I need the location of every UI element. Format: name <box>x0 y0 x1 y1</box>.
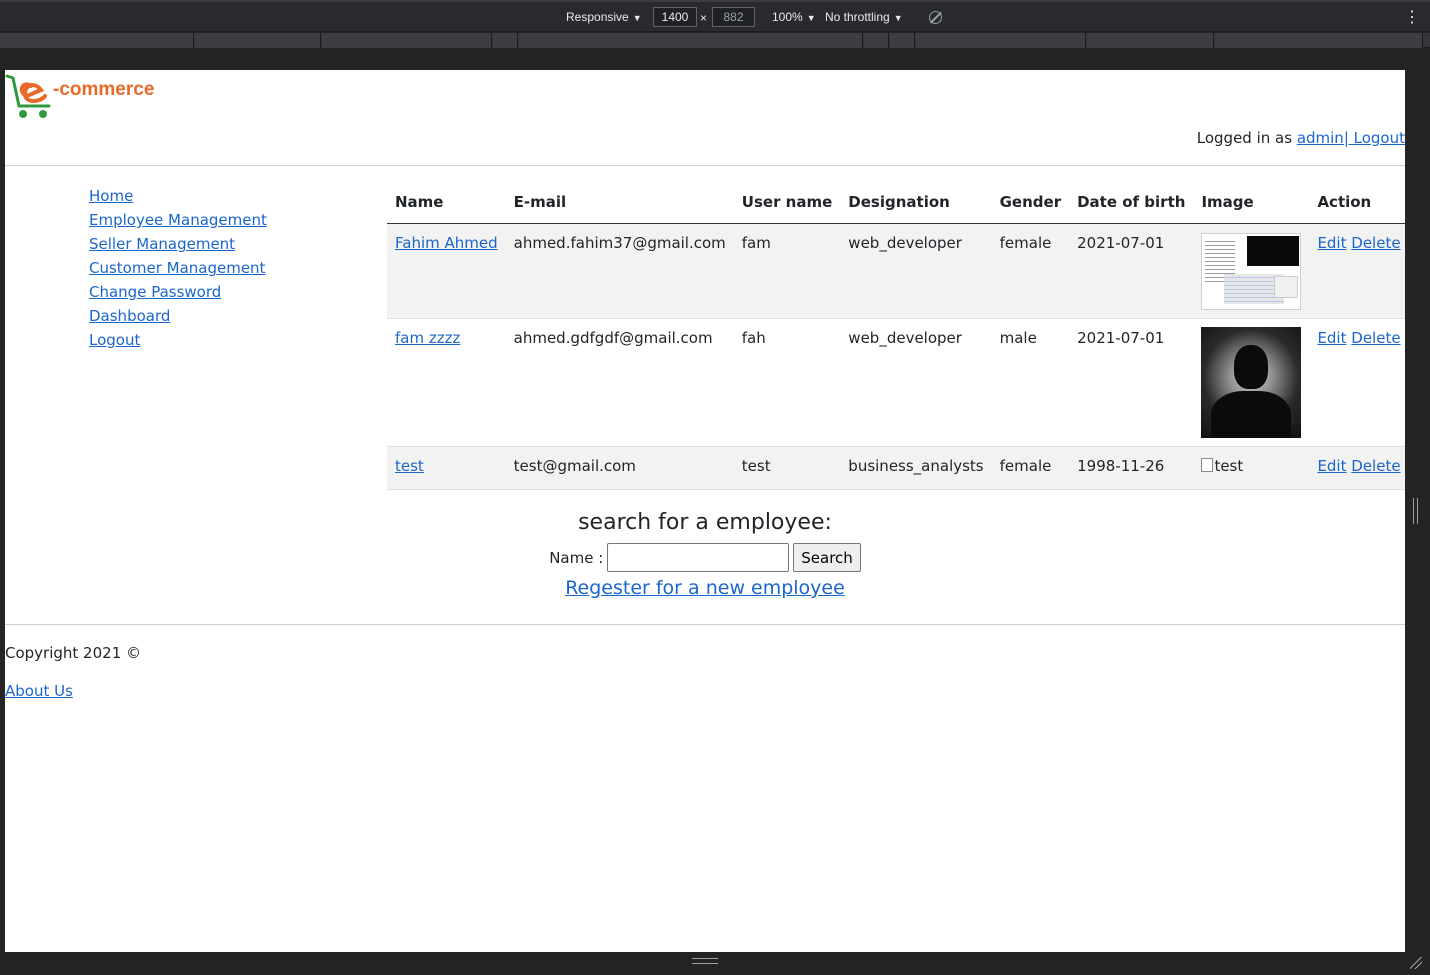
table-row: fam zzzz ahmed.gdfgdf@gmail.com fah web_… <box>387 318 1405 446</box>
employee-table-container: Name E-mail User name Designation Gender… <box>387 185 1405 490</box>
employee-table: Name E-mail User name Designation Gender… <box>387 185 1405 490</box>
zoom-select[interactable]: 100% ▼ <box>772 10 816 24</box>
employee-name-link[interactable]: Fahim Ahmed <box>395 234 498 252</box>
search-button[interactable]: Search <box>793 543 861 572</box>
device-toolbar: Responsive ▼ 1400 × 882 100% ▼ No throttli… <box>0 0 1430 32</box>
broken-image: test <box>1201 457 1243 475</box>
sidebar-nav: Home Employee Management Seller Manageme… <box>89 184 267 352</box>
column-header-gender: Gender <box>991 185 1070 224</box>
delete-link[interactable]: Delete <box>1351 234 1400 252</box>
media-query-bar <box>0 33 1430 48</box>
viewport-width-input[interactable]: 1400 <box>653 7 697 27</box>
employee-dob: 1998-11-26 <box>1069 446 1194 489</box>
search-label: Name : <box>549 548 604 567</box>
edit-link[interactable]: Edit <box>1317 234 1346 252</box>
zoom-label: 100% <box>772 10 803 24</box>
corner-resize-grip-icon[interactable] <box>1410 957 1422 969</box>
site-header: -commerce Logged in as admin| Logout <box>5 70 1405 166</box>
employee-gender: male <box>999 328 1037 347</box>
column-header-username: User name <box>733 185 841 224</box>
about-us-link[interactable]: About Us <box>5 682 1405 700</box>
times-icon: × <box>700 11 708 25</box>
delete-link[interactable]: Delete <box>1351 457 1400 475</box>
employee-username: fah <box>741 328 766 347</box>
chevron-down-icon: ▼ <box>806 13 816 23</box>
chevron-down-icon: ▼ <box>632 13 642 23</box>
device-select[interactable]: Responsive ▼ <box>566 10 642 24</box>
register-employee-link[interactable]: Regester for a new employee <box>565 577 845 599</box>
sidebar-item-home[interactable]: Home <box>89 184 267 208</box>
employee-designation: business_analysts <box>840 446 992 489</box>
more-options-icon[interactable]: ⋮ <box>1404 8 1420 28</box>
logged-in-label: Logged in as <box>1196 129 1297 147</box>
logo-text: -commerce <box>53 79 155 100</box>
table-row: test test@gmail.com test business_analys… <box>387 446 1405 489</box>
employee-email: test@gmail.com <box>505 446 734 489</box>
cart-logo-icon <box>5 74 51 118</box>
sidebar-item-customer-management[interactable]: Customer Management <box>89 256 267 280</box>
copyright-text: Copyright 2021 © <box>5 644 142 662</box>
column-header-email: E-mail <box>505 185 734 224</box>
column-header-action: Action <box>1309 185 1405 224</box>
employee-gender: female <box>991 223 1070 318</box>
employee-dob: 2021-07-01 <box>1069 223 1194 318</box>
sidebar-item-logout[interactable]: Logout <box>89 328 267 352</box>
employee-email: ahmed.gdfgdf@gmail.com <box>513 328 713 347</box>
page-viewport: -commerce Logged in as admin| Logout Hom… <box>5 70 1405 952</box>
viewport-bottom-resize-handle[interactable] <box>692 958 718 964</box>
chevron-down-icon: ▼ <box>893 13 903 23</box>
sidebar-item-change-password[interactable]: Change Password <box>89 280 267 304</box>
employee-username: test <box>733 446 841 489</box>
edit-link[interactable]: Edit <box>1317 329 1346 347</box>
employee-name-link[interactable]: test <box>395 457 424 475</box>
viewport-resize-handle[interactable] <box>1413 498 1418 524</box>
header-logout-link[interactable]: | Logout <box>1344 129 1405 147</box>
sidebar-item-seller-management[interactable]: Seller Management <box>89 232 267 256</box>
rotate-icon[interactable] <box>929 11 942 24</box>
site-logo[interactable]: -commerce <box>5 72 155 122</box>
viewport-height-input[interactable]: 882 <box>712 7 755 27</box>
device-label: Responsive <box>566 10 629 24</box>
site-footer: Copyright 2021 © About Us <box>5 624 1405 700</box>
employee-search: search for a employee: Name : Search Reg… <box>387 510 1023 599</box>
image-alt-text: test <box>1214 456 1244 475</box>
employee-name-link[interactable]: fam zzzz <box>395 329 460 347</box>
throttling-label: No throttling <box>825 10 890 24</box>
employee-designation: web_developer <box>848 328 962 347</box>
employee-designation: web_developer <box>840 223 992 318</box>
search-form: Name : Search <box>387 543 1023 572</box>
table-row: Fahim Ahmed ahmed.fahim37@gmail.com fam … <box>387 223 1405 318</box>
employee-email: ahmed.fahim37@gmail.com <box>505 223 734 318</box>
column-header-dob: Date of birth <box>1069 185 1194 224</box>
employee-photo <box>1201 232 1302 310</box>
search-input[interactable] <box>607 543 790 572</box>
employee-dob: 2021-07-01 <box>1077 328 1165 347</box>
username-link[interactable]: admin <box>1297 129 1344 147</box>
column-header-designation: Designation <box>840 185 992 224</box>
login-status: Logged in as admin| Logout <box>1197 129 1405 147</box>
column-header-name: Name <box>387 185 506 224</box>
table-header-row: Name E-mail User name Designation Gender… <box>387 185 1405 224</box>
column-header-image: Image <box>1193 185 1310 224</box>
employee-photo <box>1201 326 1302 438</box>
sidebar-item-dashboard[interactable]: Dashboard <box>89 304 267 328</box>
delete-link[interactable]: Delete <box>1351 329 1400 347</box>
sidebar-item-employee-management[interactable]: Employee Management <box>89 208 267 232</box>
edit-link[interactable]: Edit <box>1317 457 1346 475</box>
employee-gender: female <box>991 446 1070 489</box>
employee-username: fam <box>733 223 841 318</box>
broken-image-icon <box>1201 457 1214 472</box>
throttling-select[interactable]: No throttling ▼ <box>825 10 903 24</box>
search-heading: search for a employee: <box>578 510 832 535</box>
